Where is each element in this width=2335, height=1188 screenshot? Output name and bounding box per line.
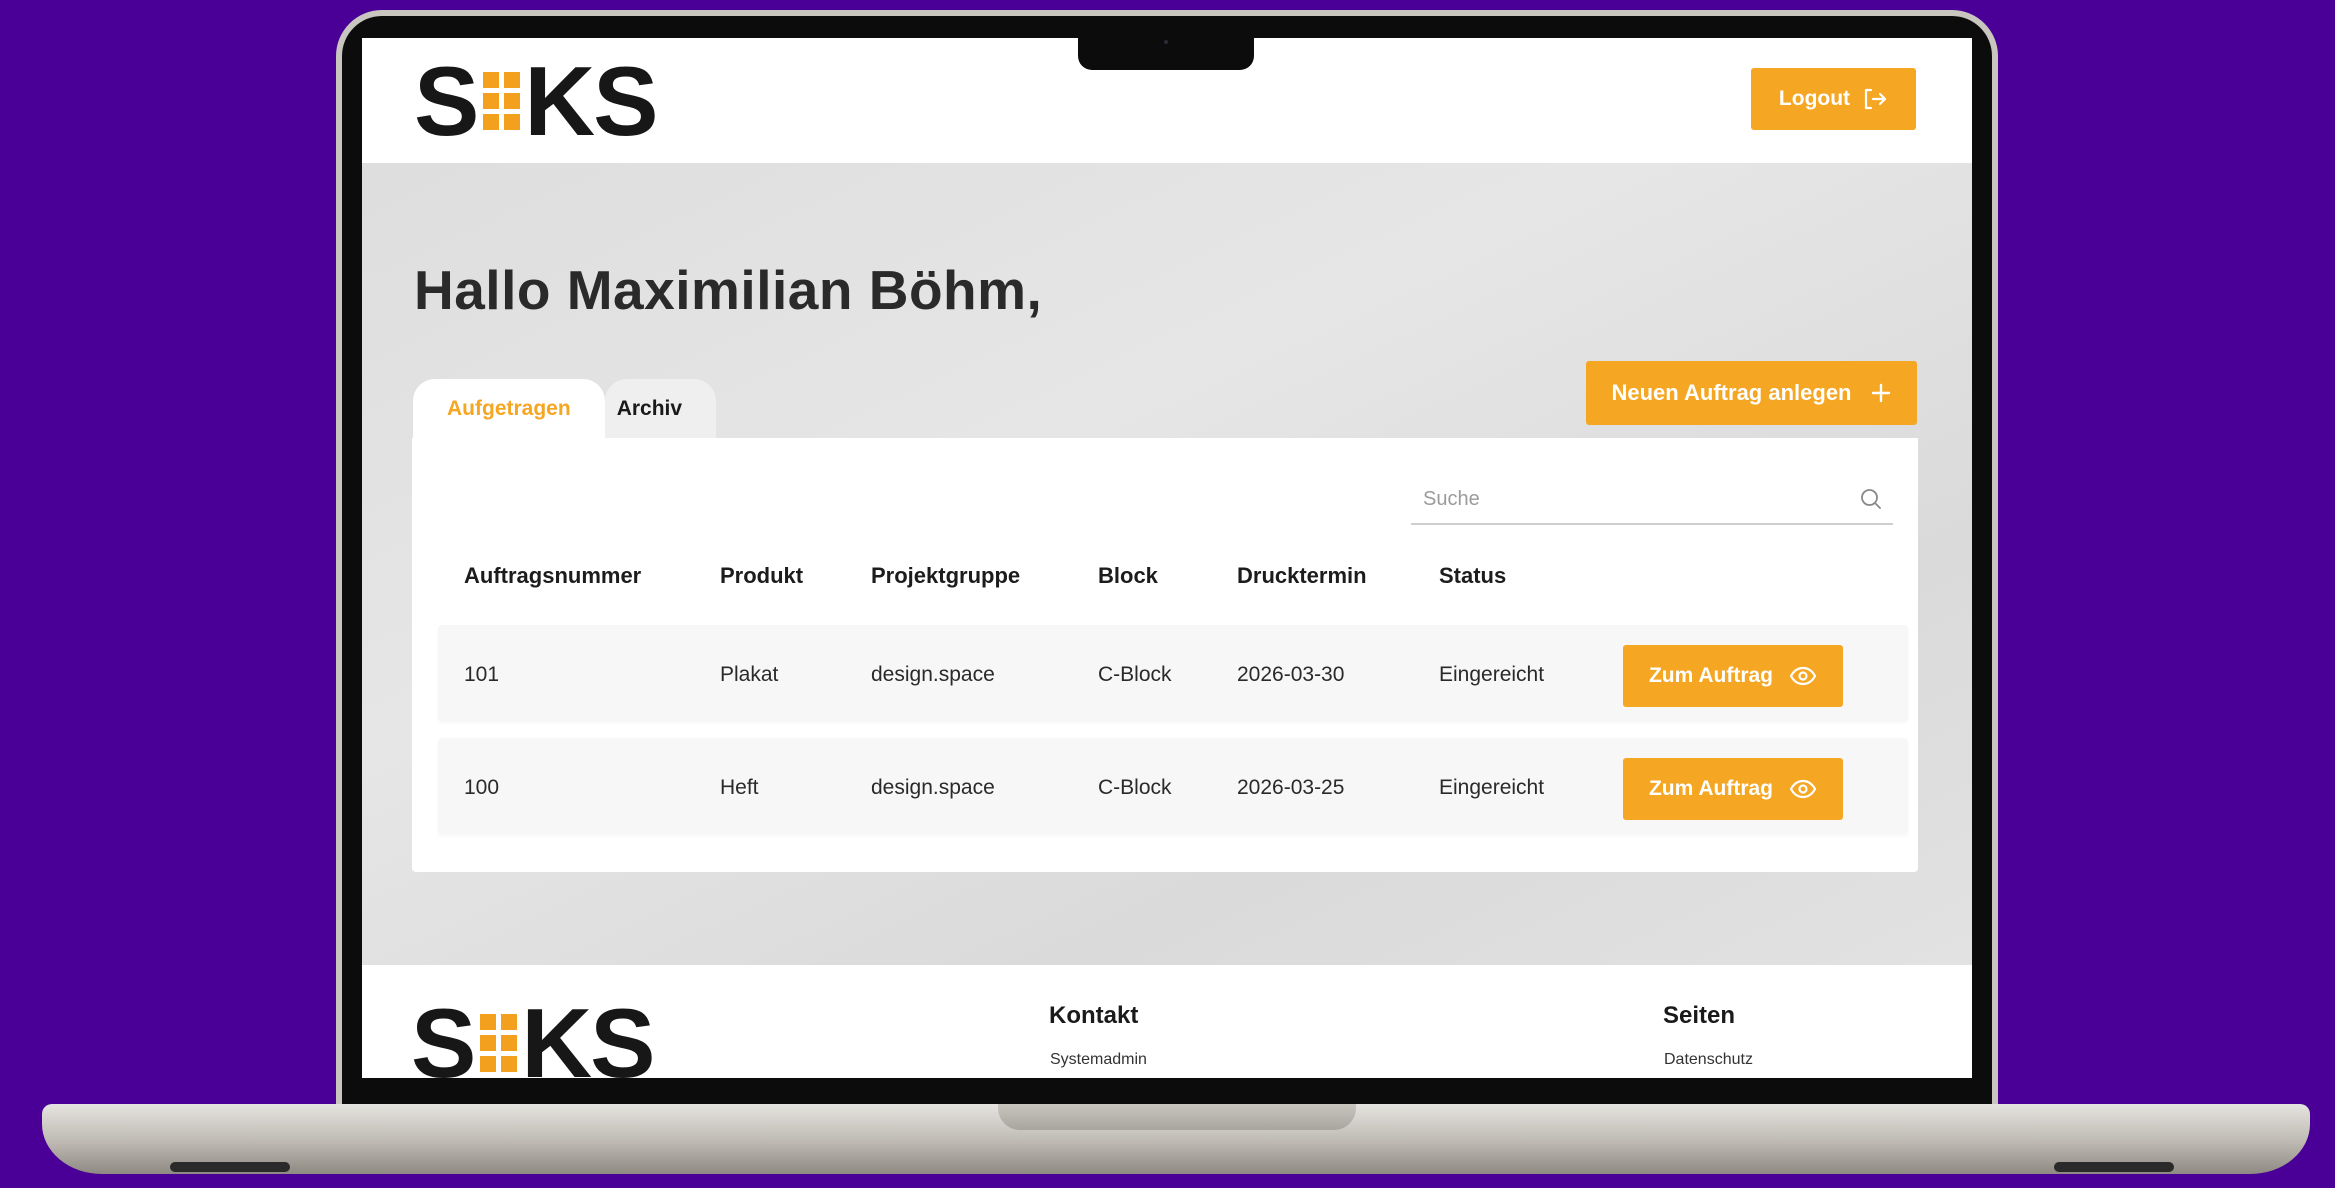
siks-logo[interactable]: S KS [414, 46, 659, 156]
cell-projektgruppe: design.space [871, 776, 995, 799]
column-header-produkt[interactable]: Produkt [720, 563, 803, 589]
column-header-drucktermin[interactable]: Drucktermin [1237, 563, 1367, 589]
search-icon[interactable] [1859, 487, 1883, 511]
footer-heading-kontakt: Kontakt [1049, 1002, 1139, 1029]
zum-auftrag-label: Zum Auftrag [1648, 664, 1774, 687]
logo-square-grid-icon [480, 1014, 518, 1072]
camera-icon [1164, 40, 1168, 44]
tab-archiv[interactable]: Archiv [604, 379, 717, 439]
cell-status: Eingereicht [1439, 663, 1545, 686]
eye-icon [1789, 779, 1817, 799]
logo-letters-ks: KS [521, 987, 655, 1079]
zum-auftrag-button[interactable]: Zum Auftrag [1623, 645, 1843, 707]
table-row: 100 Heft design.space C-Block 2026-03-25… [438, 738, 1908, 834]
footer-siks-logo[interactable]: S KS [411, 988, 656, 1079]
cell-block: C-Block [1098, 663, 1172, 686]
logout-label: Logout [1778, 87, 1851, 110]
cell-status: Eingereicht [1439, 776, 1545, 799]
search-input[interactable] [1411, 486, 1855, 512]
footer-heading-seiten: Seiten [1663, 1002, 1736, 1029]
footer-link-systemadmin[interactable]: Systemadmin [1050, 1051, 1147, 1069]
greeting-title: Hallo Maximilian Böhm, [414, 259, 1043, 321]
zum-auftrag-button[interactable]: Zum Auftrag [1623, 758, 1843, 820]
column-header-auftragsnummer[interactable]: Auftragsnummer [464, 563, 641, 589]
search-bar [1411, 475, 1893, 525]
table-row: 101 Plakat design.space C-Block 2026-03-… [438, 625, 1908, 721]
camera-notch [1078, 16, 1254, 70]
cell-block: C-Block [1098, 776, 1172, 799]
logo-square-grid-icon [483, 72, 521, 130]
laptop-foot-left [170, 1162, 290, 1172]
cell-drucktermin: 2026-03-30 [1237, 663, 1345, 686]
orders-card: Auftragsnummer Produkt Projektgruppe Blo… [412, 438, 1918, 872]
order-tabs: Aufgetragen Archiv [413, 379, 717, 439]
logout-arrow-icon [1864, 88, 1887, 110]
eye-icon [1789, 666, 1817, 686]
cell-auftragsnummer: 100 [464, 776, 500, 799]
column-header-block[interactable]: Block [1098, 563, 1158, 589]
new-order-button[interactable]: Neuen Auftrag anlegen [1586, 361, 1917, 425]
logout-button[interactable]: Logout [1751, 68, 1916, 130]
plus-icon [1871, 383, 1890, 403]
column-header-status[interactable]: Status [1439, 563, 1506, 589]
logo-letter-s: S [414, 45, 479, 156]
cell-produkt: Heft [720, 776, 759, 799]
laptop-foot-right [2054, 1162, 2174, 1172]
logo-letter-s: S [411, 987, 476, 1079]
cell-produkt: Plakat [720, 663, 779, 686]
tab-aufgetragen[interactable]: Aufgetragen [413, 379, 605, 439]
cell-projektgruppe: design.space [871, 663, 995, 686]
cell-drucktermin: 2026-03-25 [1237, 776, 1345, 799]
cell-auftragsnummer: 101 [464, 663, 500, 686]
app-screen: S KS Logout Hallo Maximilian Böhm, Aufge… [362, 38, 1972, 1078]
footer-link-datenschutz[interactable]: Datenschutz [1664, 1051, 1753, 1069]
new-order-label: Neuen Auftrag anlegen [1611, 380, 1852, 405]
zum-auftrag-label: Zum Auftrag [1648, 777, 1774, 800]
laptop-base-lip [998, 1104, 1356, 1130]
column-header-projektgruppe[interactable]: Projektgruppe [871, 563, 1020, 589]
logo-letters-ks: KS [524, 45, 658, 156]
